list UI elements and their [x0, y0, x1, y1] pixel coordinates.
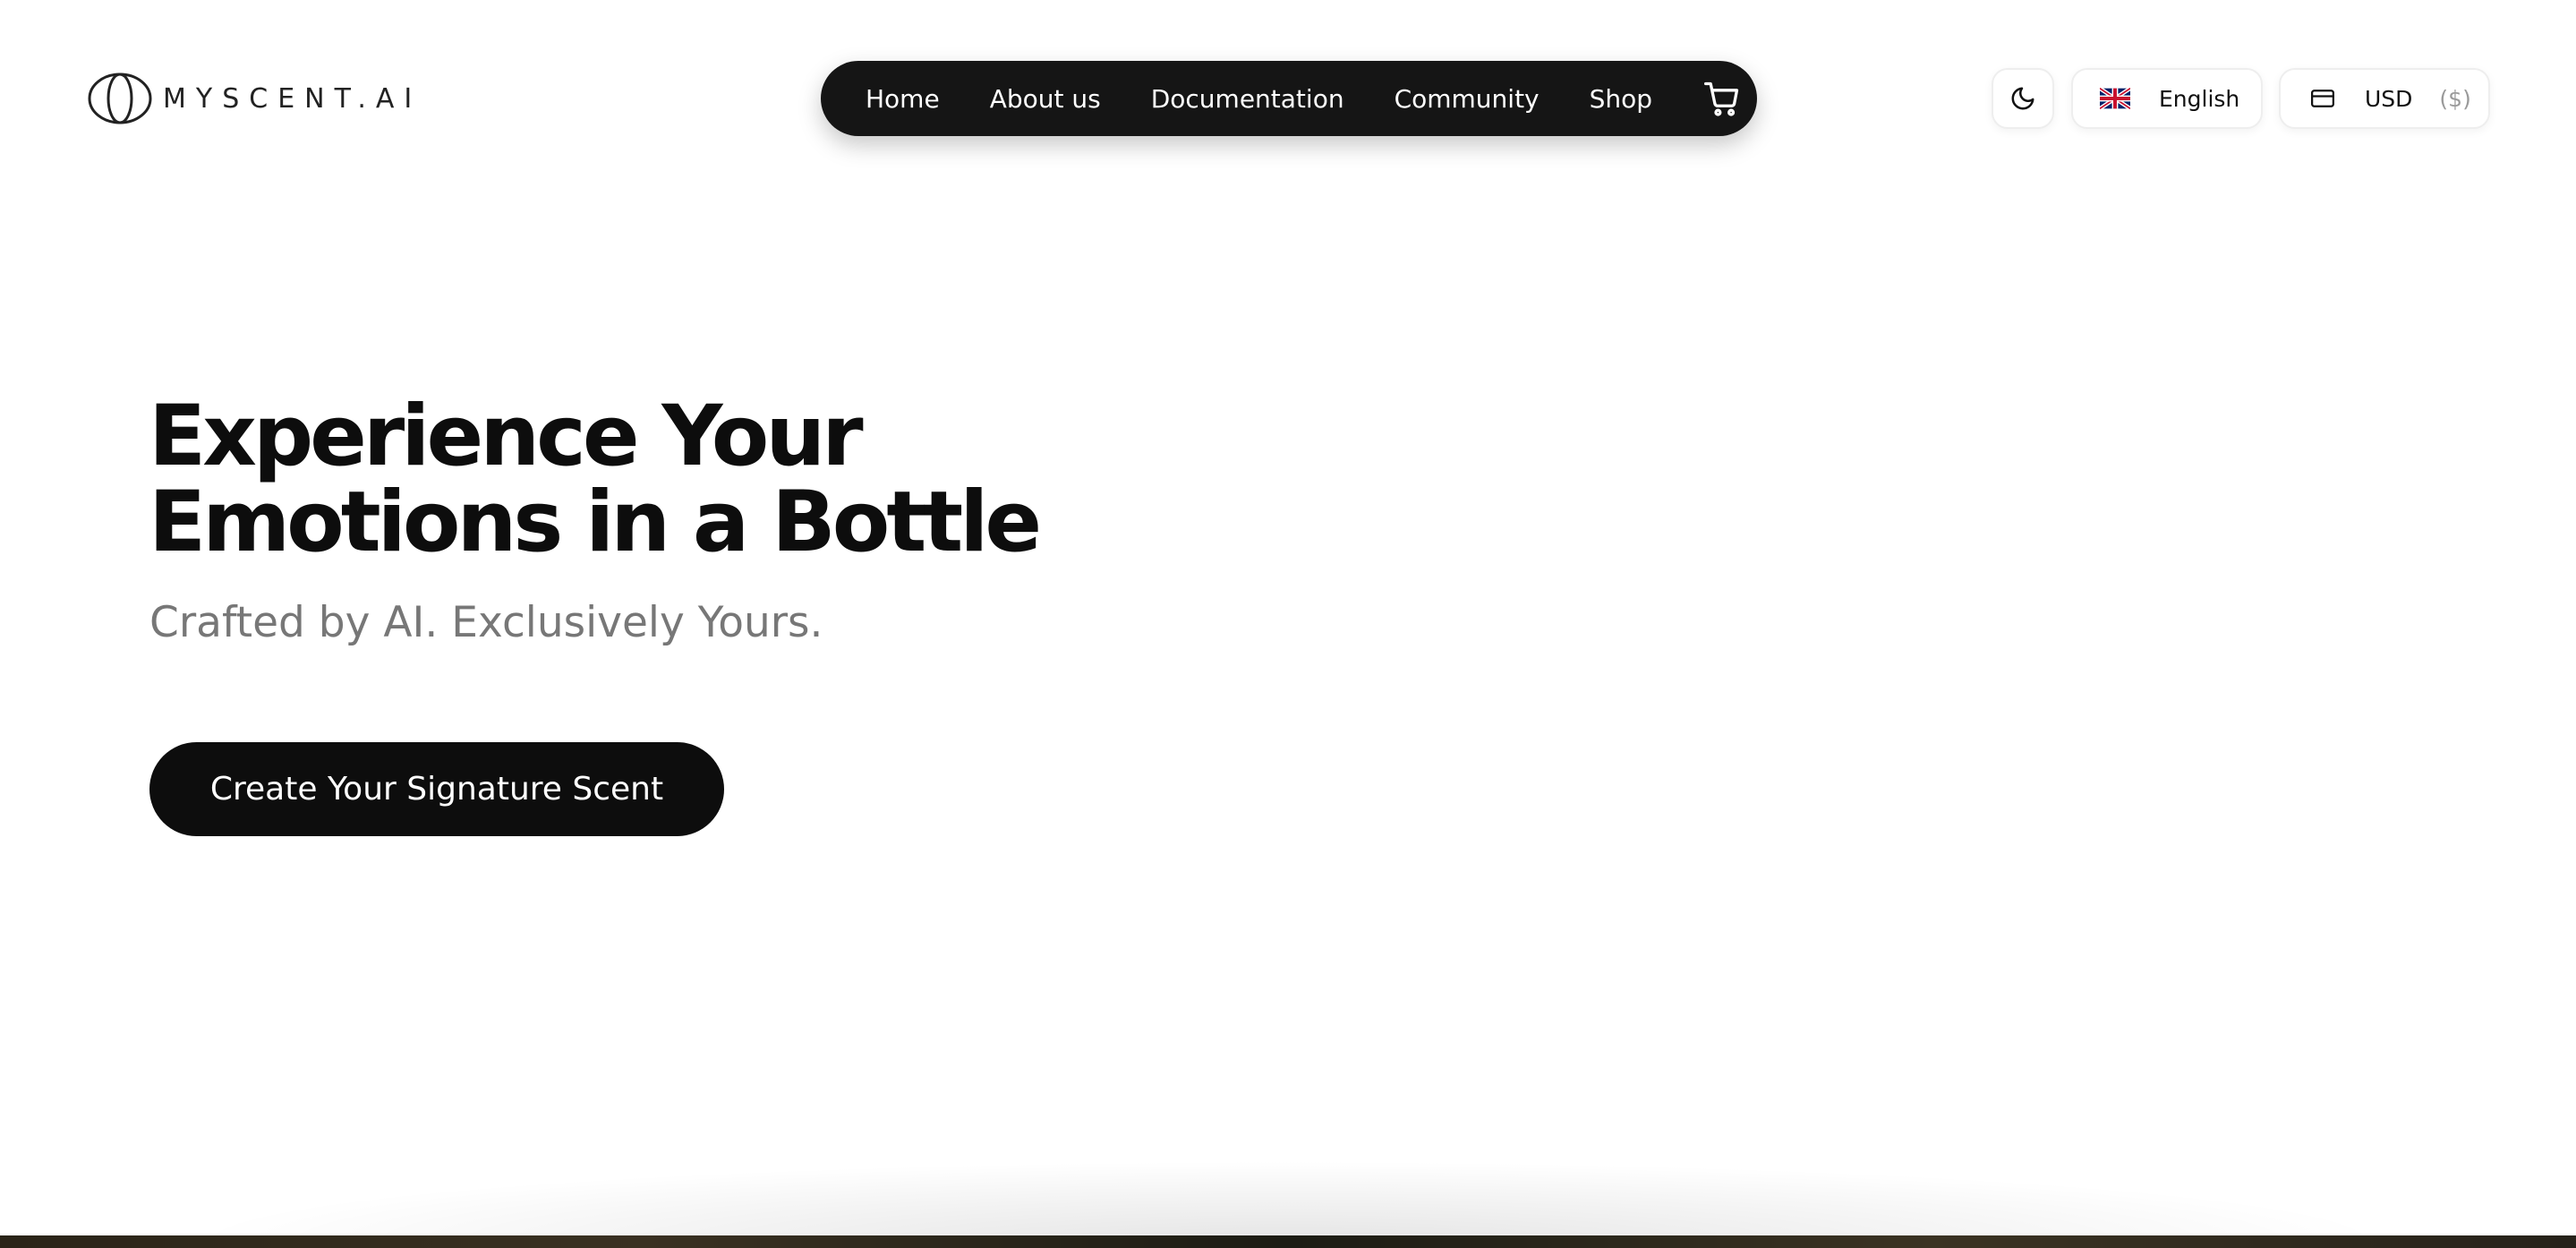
hero-title-line-1: Experience Your — [149, 388, 864, 485]
main-nav: Home About us Documentation Community Sh… — [821, 61, 1757, 136]
nav-documentation-link[interactable]: Documentation — [1151, 84, 1344, 114]
media-shadow — [179, 1160, 2399, 1241]
create-signature-scent-button[interactable]: Create Your Signature Scent — [149, 742, 724, 836]
logo-mark-icon — [88, 73, 152, 124]
hero-subtitle: Crafted by AI. Exclusively Yours. — [149, 598, 823, 647]
currency-label: USD — [2365, 85, 2413, 112]
credit-card-icon — [2311, 90, 2334, 107]
logo-text: MYSCENT.AI — [163, 82, 422, 115]
brand-logo[interactable]: MYSCENT.AI — [86, 72, 422, 125]
hero-media-edge — [0, 1235, 2576, 1248]
hero-title-line-2: Emotions in a Bottle — [149, 474, 1042, 571]
hero-title: Experience Your Emotions in a Bottle — [149, 388, 1042, 571]
nav-shop-link[interactable]: Shop — [1590, 84, 1652, 114]
nav-home-link[interactable]: Home — [866, 84, 940, 114]
currency-selector[interactable]: USD ($) — [2279, 68, 2490, 129]
language-label: English — [2159, 85, 2240, 112]
uk-flag-icon — [2100, 88, 2130, 109]
nav-community-link[interactable]: Community — [1395, 84, 1540, 114]
moon-icon — [2011, 87, 2034, 110]
currency-symbol: ($) — [2439, 85, 2471, 112]
page: MYSCENT.AI Home About us Documentation C… — [0, 0, 2576, 1248]
language-selector[interactable]: English — [2071, 68, 2263, 129]
nav-about-link[interactable]: About us — [990, 84, 1101, 114]
shopping-cart-icon[interactable] — [1702, 79, 1742, 118]
theme-toggle-button[interactable] — [1992, 68, 2054, 129]
